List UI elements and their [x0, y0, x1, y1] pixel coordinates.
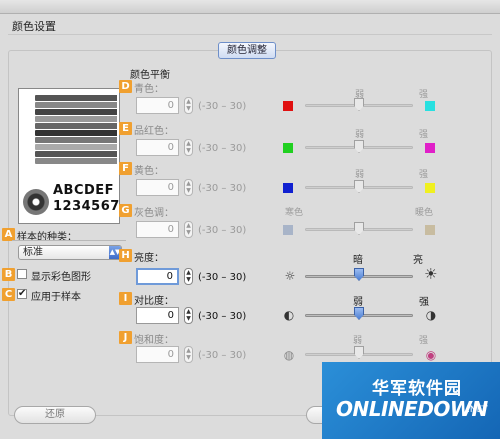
pencil-graphic — [35, 116, 117, 122]
magenta-low-label: 弱 — [355, 130, 365, 140]
brightness-label: 亮度： — [134, 253, 164, 264]
contrast-range: (-30 – 30) — [198, 311, 247, 322]
cool-swatch — [283, 225, 293, 235]
warm-swatch — [425, 225, 435, 235]
yellow-low-label: 弱 — [355, 170, 365, 180]
gray-tone-stepper[interactable]: ▲ ▼ — [184, 221, 193, 238]
cd-disc-icon — [23, 189, 49, 215]
cyan-stepper[interactable]: ▲ ▼ — [184, 97, 193, 114]
badge-i: I — [119, 292, 132, 305]
saturation-low-label: 弱 — [353, 336, 363, 346]
gray-tone-range: (-30 – 30) — [198, 225, 247, 236]
brightness-low-label: 暗 — [353, 255, 363, 266]
pencil-graphic — [35, 137, 117, 143]
pencil-graphic — [35, 158, 117, 164]
magenta-value-field[interactable]: 0 — [136, 139, 179, 156]
watermark-cn-text: 华军软件园 — [372, 379, 462, 399]
brightness-stepper[interactable]: ▲ ▼ — [184, 268, 193, 285]
brightness-high-label: 亮 — [413, 255, 423, 266]
pencil-graphic — [35, 151, 117, 157]
contrast-high-label: 强 — [419, 297, 429, 308]
contrast-stepper[interactable]: ▲ ▼ — [184, 307, 193, 324]
yellow-value-field[interactable]: 0 — [136, 179, 179, 196]
yellow-swatch — [425, 183, 435, 193]
saturation-value-field[interactable]: 0 — [136, 346, 179, 363]
sample-preview-image: ABCDEF 1234567 — [18, 88, 120, 224]
pencil-graphic — [35, 130, 117, 136]
pencil-graphic — [35, 144, 117, 150]
left-divider — [12, 240, 126, 241]
brightness-range: (-30 – 30) — [198, 272, 247, 283]
badge-j: J — [119, 331, 132, 344]
gray-tone-label: 灰色调： — [134, 208, 174, 219]
gray-tone-value-field[interactable]: 0 — [136, 221, 179, 238]
badge-e: E — [119, 122, 132, 135]
saturation-stepper[interactable]: ▲ ▼ — [184, 346, 193, 363]
restore-button[interactable]: 还原 — [14, 406, 96, 424]
saturation-low-icon: ◍ — [283, 348, 295, 362]
blue-swatch — [283, 183, 293, 193]
sample-text-digits: 1234567 — [53, 199, 120, 214]
badge-g: G — [119, 204, 132, 217]
red-swatch — [283, 101, 293, 111]
title-divider — [8, 34, 492, 35]
sample-text-letters: ABCDEF — [53, 183, 115, 198]
cyan-value-field[interactable]: 0 — [136, 97, 179, 114]
sample-type-select[interactable]: 标准 ▲▼ — [18, 245, 122, 260]
contrast-low-label: 弱 — [353, 297, 363, 308]
badge-d: D — [119, 80, 132, 93]
badge-b: B — [2, 268, 15, 281]
cyan-label: 青色： — [134, 84, 164, 95]
pencil-graphic — [35, 95, 117, 101]
color-balance-heading: 颜色平衡 — [130, 70, 170, 81]
show-pattern-checkbox[interactable] — [17, 269, 27, 279]
magenta-stepper[interactable]: ▲ ▼ — [184, 139, 193, 156]
yellow-stepper[interactable]: ▲ ▼ — [184, 179, 193, 196]
gray-tone-low-label: 寒色 — [285, 208, 304, 218]
window-titlebar — [0, 0, 500, 14]
badge-f: F — [119, 162, 132, 175]
cyan-range: (-30 – 30) — [198, 101, 247, 112]
watermark-en-text: ONLINEDOWN — [336, 397, 488, 421]
dialog-title: 颜色设置 — [12, 20, 56, 33]
contrast-value-field[interactable]: 0 — [136, 307, 179, 324]
tab-color-adjust[interactable]: 颜色调整 — [218, 42, 276, 59]
brightness-high-icon: ☀ — [424, 265, 438, 283]
pencil-graphic — [35, 123, 117, 129]
yellow-range: (-30 – 30) — [198, 183, 247, 194]
brightness-low-icon: ☼ — [284, 269, 296, 283]
contrast-label: 对比度： — [134, 296, 174, 307]
pencil-graphic — [35, 102, 117, 108]
cyan-swatch — [425, 101, 435, 111]
yellow-label: 黄色： — [134, 166, 164, 177]
contrast-high-icon: ◑ — [425, 308, 437, 322]
saturation-label: 饱和度： — [134, 335, 174, 346]
magenta-range: (-30 – 30) — [198, 143, 247, 154]
cyan-high-label: 强 — [419, 90, 429, 100]
magenta-swatch — [425, 143, 435, 153]
yellow-high-label: 强 — [419, 170, 429, 180]
apply-to-sample-checkbox[interactable]: ✔ — [17, 289, 27, 299]
badge-c: C — [2, 288, 15, 301]
gray-tone-high-label: 暖色 — [415, 208, 434, 218]
magenta-high-label: 强 — [419, 130, 429, 140]
watermark-suffix-text: .NET — [467, 405, 488, 415]
green-swatch — [283, 143, 293, 153]
magenta-label: 品红色： — [134, 126, 174, 137]
saturation-high-label: 强 — [419, 336, 429, 346]
brightness-value-field[interactable]: 0 — [136, 268, 179, 285]
saturation-high-icon: ◉ — [425, 348, 437, 362]
sample-type-value: 标准 — [23, 247, 43, 258]
saturation-range: (-30 – 30) — [198, 350, 247, 361]
apply-to-sample-label: 应用于样本 — [31, 292, 81, 303]
show-pattern-label: 显示彩色图形 — [31, 272, 91, 283]
contrast-low-icon: ◐ — [283, 308, 295, 322]
pencil-graphic — [35, 109, 117, 115]
badge-h: H — [119, 249, 132, 262]
